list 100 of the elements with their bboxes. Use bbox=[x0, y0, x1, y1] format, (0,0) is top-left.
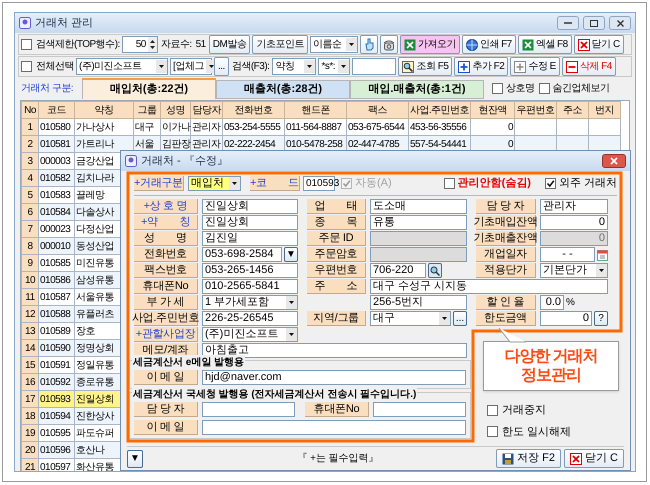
checkbox[interactable] bbox=[487, 426, 498, 438]
input-field[interactable]: 진일상회 bbox=[202, 215, 298, 230]
input-field[interactable]: 706-220 bbox=[370, 263, 426, 278]
column-header[interactable]: No bbox=[22, 102, 38, 118]
input-field[interactable]: 053-698-2584 bbox=[202, 247, 282, 262]
toolbar-button[interactable]: 인쇄 F7 bbox=[462, 35, 516, 54]
table-cell: 20 bbox=[24, 444, 36, 456]
input-field[interactable]: 대구 수성구 시지동 bbox=[370, 279, 608, 294]
dropdown[interactable]: (주)미진소프트 bbox=[76, 58, 168, 75]
input-field[interactable] bbox=[202, 420, 466, 435]
tool-button[interactable] bbox=[380, 35, 398, 54]
checkbox[interactable] bbox=[21, 61, 32, 72]
toolbar-button[interactable]: 수정 E bbox=[510, 57, 560, 76]
required-note: 『 +는 필수입력』 bbox=[296, 452, 380, 466]
input-field[interactable]: 관리자 bbox=[540, 199, 608, 214]
tab[interactable]: 매입처(총:22건) bbox=[82, 78, 216, 99]
close-button[interactable] bbox=[602, 154, 626, 168]
table-cell: 011-564-8887 bbox=[286, 122, 342, 132]
input-field[interactable]: 226-25-26545 bbox=[202, 311, 298, 326]
table-cell: 0 bbox=[508, 138, 513, 150]
toolbar-button[interactable]: 추가 F2 bbox=[454, 57, 508, 76]
tab[interactable]: 매출처(총:28건) bbox=[216, 80, 350, 99]
input-field[interactable] bbox=[202, 402, 295, 417]
checkbox[interactable] bbox=[487, 404, 498, 416]
input-field[interactable]: 053-265-1456 bbox=[202, 263, 298, 278]
field-label: +상 호 명 bbox=[134, 199, 198, 214]
small-button[interactable]: ▼ bbox=[284, 247, 298, 262]
dropdown[interactable]: (주)미진소프트 bbox=[202, 327, 298, 342]
toolbar-button[interactable]: 기초포인트 bbox=[252, 35, 308, 54]
input-field[interactable]: 010-2565-5841 bbox=[202, 279, 298, 294]
table-cell: 053-675-6544 bbox=[348, 122, 404, 132]
table-cell: 13 bbox=[24, 326, 36, 336]
table-cell: 010590 bbox=[40, 342, 70, 354]
dropdown[interactable]: 매입처 bbox=[188, 176, 241, 191]
checkbox[interactable] bbox=[538, 83, 550, 94]
input-field[interactable]: - - bbox=[540, 247, 595, 262]
toolbar-button[interactable]: 엑셀 F8 bbox=[518, 35, 572, 54]
dialog-button[interactable]: 저장 F2 bbox=[496, 449, 561, 468]
tool-button[interactable] bbox=[360, 35, 378, 54]
unit-label: % bbox=[566, 296, 575, 310]
search-field[interactable] bbox=[352, 58, 396, 75]
input-field[interactable]: hjd@naver.com bbox=[202, 370, 466, 385]
toolbar-button[interactable]: ... bbox=[214, 57, 229, 76]
tab[interactable]: 매입.매출처(총:1건) bbox=[350, 80, 484, 99]
dialog-button[interactable]: 닫기 C bbox=[564, 449, 624, 468]
input-field[interactable]: 0 bbox=[540, 215, 608, 230]
spin-arrows-icon bbox=[148, 37, 157, 52]
input-field[interactable]: 0.0 bbox=[540, 295, 564, 310]
toolbar-button[interactable]: 조회 F5 bbox=[398, 57, 452, 76]
minimize-button[interactable] bbox=[557, 16, 579, 30]
table-cell: 17 bbox=[24, 394, 36, 404]
table-cell: 9 bbox=[27, 258, 33, 268]
plus-icon bbox=[514, 60, 526, 72]
dropdown[interactable]: 약칭 bbox=[272, 58, 316, 75]
input-field[interactable]: 아침출고 bbox=[202, 343, 467, 358]
input-field[interactable] bbox=[370, 247, 467, 262]
table-cell: 금강산업 bbox=[76, 156, 114, 166]
maximize-button[interactable] bbox=[583, 16, 605, 30]
toolbar-button[interactable]: DM발송 bbox=[208, 35, 250, 54]
table-cell: 010593 bbox=[40, 394, 70, 404]
checkbox[interactable] bbox=[21, 39, 32, 50]
expand-button[interactable]: ▼ bbox=[127, 450, 143, 468]
input-field[interactable] bbox=[373, 402, 466, 417]
input-field[interactable]: 0 bbox=[540, 231, 608, 246]
table-cell: 관리자 bbox=[192, 138, 220, 150]
dropdown[interactable]: 1 부가세포함 bbox=[202, 295, 298, 310]
number-spinner[interactable]: 50 bbox=[122, 36, 158, 53]
input-field[interactable]: 유통 bbox=[370, 215, 467, 230]
dropdown[interactable]: [업체그 bbox=[170, 58, 212, 75]
telephone-icon bbox=[382, 38, 395, 50]
field-label: 담 당 자 bbox=[476, 199, 536, 214]
table-cell: 호산나 bbox=[76, 444, 104, 456]
table-cell: 000003 bbox=[40, 156, 70, 166]
table-cell: 010586 bbox=[40, 274, 70, 286]
input-field[interactable] bbox=[370, 231, 467, 246]
toolbar-button[interactable]: 삭제 F4 bbox=[562, 57, 616, 76]
small-button[interactable]: ? bbox=[594, 311, 608, 326]
input-field[interactable]: 김진일 bbox=[202, 231, 298, 246]
input-field[interactable]: 0 bbox=[540, 311, 592, 326]
dropdown[interactable]: 기본단가 bbox=[540, 263, 608, 278]
checkbox[interactable] bbox=[492, 83, 503, 94]
checkbox[interactable] bbox=[444, 178, 455, 189]
checkbox[interactable] bbox=[544, 178, 556, 189]
checkbox-label: 관리안함(숨김) bbox=[458, 176, 531, 192]
dropdown[interactable]: 이름순 bbox=[310, 36, 358, 53]
table-cell: 18 bbox=[24, 410, 36, 422]
close-button[interactable] bbox=[609, 16, 631, 30]
search-button[interactable] bbox=[428, 263, 442, 278]
table-cell: 453-56-35556 bbox=[410, 122, 466, 132]
toolbar-button[interactable]: 닫기 C bbox=[574, 35, 624, 54]
input-field[interactable]: 도소매 bbox=[370, 199, 467, 214]
dropdown[interactable]: 대구 bbox=[370, 311, 451, 326]
small-button[interactable]: ... bbox=[453, 311, 467, 326]
field-label: 주문 ID bbox=[307, 231, 366, 246]
toolbar-button[interactable]: 가져오기 bbox=[400, 35, 460, 54]
input-field[interactable]: 256-5번지 bbox=[370, 295, 467, 310]
checkbox-label: 한도 일시해제 bbox=[502, 424, 572, 440]
dropdown[interactable]: *s*: bbox=[318, 58, 350, 75]
input-field[interactable]: 진일상회 bbox=[202, 199, 298, 214]
toolbar-label: 자료수: bbox=[160, 38, 193, 52]
